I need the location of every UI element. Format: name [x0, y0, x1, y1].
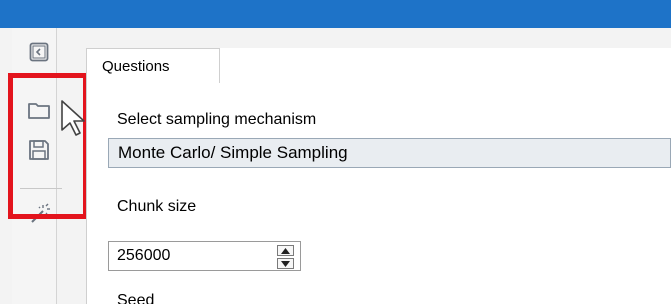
chunk-size-stepper[interactable]: 256000 [108, 241, 301, 271]
arrow-up-icon [281, 247, 290, 254]
back-icon [29, 42, 49, 62]
arrow-down-icon [281, 260, 290, 267]
wizard-button[interactable] [22, 198, 56, 230]
toolbar-divider [20, 188, 62, 189]
stepper-controls [277, 245, 294, 269]
sampling-select[interactable]: Monte Carlo/ Simple Sampling [108, 138, 671, 168]
title-bar [0, 0, 671, 28]
sampling-label: Select sampling mechanism [117, 111, 317, 128]
seed-label: Seed [117, 292, 155, 304]
back-button[interactable] [22, 36, 56, 68]
chunk-size-label: Chunk size [117, 198, 197, 215]
save-icon [28, 139, 50, 161]
mouse-cursor-icon [61, 100, 85, 136]
side-toolbar [12, 28, 57, 304]
tab-label: Questions [102, 58, 170, 75]
magic-wand-icon [28, 203, 50, 225]
open-button[interactable] [22, 94, 56, 126]
decrement-button[interactable] [277, 258, 294, 269]
tab-questions[interactable]: Questions [86, 48, 220, 83]
app-window: Questions Select sampling mechanism Mont… [0, 28, 671, 304]
sampling-value: Monte Carlo/ Simple Sampling [118, 143, 348, 162]
save-button[interactable] [22, 134, 56, 166]
folder-icon [27, 100, 51, 120]
increment-button[interactable] [277, 245, 294, 256]
chunk-size-value: 256000 [117, 247, 171, 264]
